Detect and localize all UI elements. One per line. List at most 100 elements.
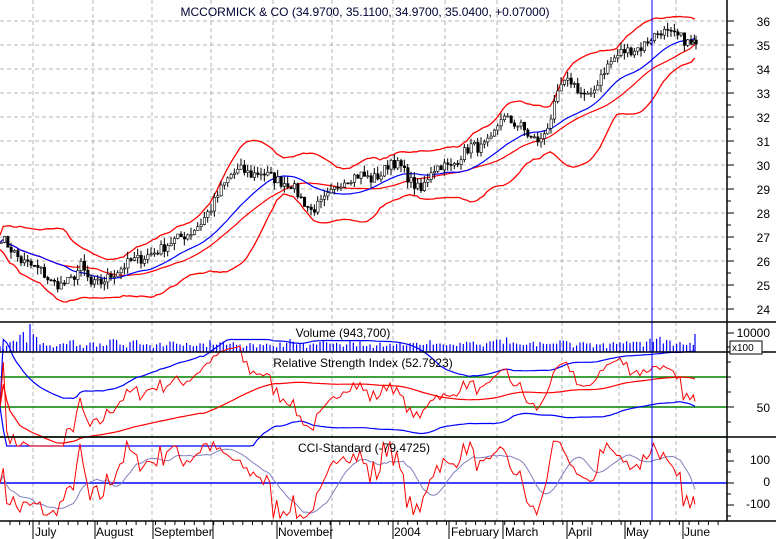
price-axis-label: 26 bbox=[757, 255, 771, 269]
candle bbox=[379, 175, 383, 180]
candle bbox=[326, 192, 330, 197]
candle bbox=[243, 164, 247, 173]
candle bbox=[316, 200, 320, 213]
candle bbox=[226, 177, 230, 184]
candle bbox=[533, 136, 537, 139]
candle bbox=[113, 276, 117, 279]
candle bbox=[279, 176, 283, 187]
candle bbox=[603, 73, 607, 75]
candle bbox=[676, 31, 680, 36]
candle bbox=[19, 256, 23, 264]
candle bbox=[106, 273, 110, 283]
candle bbox=[353, 174, 357, 183]
candle bbox=[509, 115, 513, 124]
candle bbox=[139, 255, 143, 264]
candle bbox=[313, 209, 317, 213]
candle bbox=[563, 79, 567, 85]
candle bbox=[129, 258, 133, 261]
candle bbox=[539, 138, 543, 143]
candle bbox=[529, 135, 533, 138]
bollinger-upper-band bbox=[0, 15, 696, 261]
price-axis-label: 31 bbox=[757, 135, 771, 149]
candle bbox=[233, 172, 237, 175]
candle bbox=[13, 250, 17, 253]
candle bbox=[363, 171, 367, 177]
rsi-upper-band bbox=[0, 338, 695, 408]
candle bbox=[663, 28, 667, 36]
candle bbox=[3, 236, 7, 243]
candle bbox=[499, 119, 503, 127]
candle bbox=[119, 268, 123, 274]
volume-title: Volume (943,700) bbox=[296, 326, 391, 340]
x-label: November bbox=[278, 525, 333, 539]
candle bbox=[416, 182, 420, 189]
candle bbox=[336, 186, 340, 189]
candle bbox=[73, 276, 77, 280]
candle bbox=[423, 181, 427, 191]
candle bbox=[166, 245, 170, 252]
candle bbox=[589, 92, 593, 95]
x-label: May bbox=[626, 525, 649, 539]
candle bbox=[109, 273, 113, 278]
candle bbox=[323, 195, 327, 200]
candle bbox=[76, 270, 80, 280]
candle bbox=[346, 182, 350, 185]
candle bbox=[493, 129, 497, 137]
candle bbox=[583, 92, 587, 95]
price-axis-label: 36 bbox=[757, 15, 771, 29]
candle bbox=[49, 279, 53, 282]
candle bbox=[669, 30, 673, 32]
candle bbox=[159, 244, 163, 255]
candle bbox=[289, 186, 293, 190]
candle bbox=[386, 165, 390, 170]
candle bbox=[569, 77, 573, 85]
candle bbox=[459, 159, 463, 165]
candle bbox=[299, 196, 303, 199]
candle bbox=[609, 61, 613, 65]
candle bbox=[359, 171, 363, 179]
candle bbox=[419, 182, 423, 191]
candle bbox=[694, 39, 698, 45]
candle bbox=[173, 238, 177, 244]
candle bbox=[306, 206, 310, 208]
candle bbox=[319, 198, 323, 202]
candle bbox=[576, 83, 580, 94]
candle bbox=[433, 171, 437, 174]
candle bbox=[463, 147, 467, 160]
candle bbox=[383, 165, 387, 177]
price-axis-label: 29 bbox=[757, 183, 771, 197]
candle bbox=[163, 244, 167, 252]
candle bbox=[436, 165, 440, 172]
candle bbox=[189, 234, 193, 236]
price-axis-label: 35 bbox=[757, 39, 771, 53]
candle bbox=[86, 269, 90, 278]
candle bbox=[679, 32, 683, 36]
candle bbox=[596, 84, 600, 91]
x-axis-labels: July August September November 2004 Febr… bbox=[35, 525, 710, 539]
candle bbox=[506, 115, 510, 118]
price-axis-label: 27 bbox=[757, 231, 771, 245]
candle bbox=[303, 196, 307, 207]
candle bbox=[639, 47, 643, 51]
candle bbox=[293, 183, 297, 190]
candle bbox=[286, 183, 290, 188]
x-label: March bbox=[505, 525, 538, 539]
candle bbox=[626, 47, 630, 54]
candle bbox=[443, 162, 447, 171]
candle bbox=[593, 89, 597, 94]
candle bbox=[389, 160, 393, 170]
candle bbox=[249, 170, 253, 178]
rsi-average-line bbox=[0, 376, 696, 444]
candle bbox=[566, 77, 570, 81]
candle bbox=[99, 278, 103, 285]
candle bbox=[259, 173, 263, 176]
candle bbox=[399, 160, 403, 167]
candle bbox=[96, 278, 100, 281]
candle bbox=[256, 172, 260, 175]
candle bbox=[219, 184, 223, 197]
candle bbox=[536, 136, 540, 143]
chart-canvas[interactable]: 24 25 26 27 28 29 30 31 32 33 34 35 36 MCCORMICK & C… bbox=[0, 0, 776, 539]
x-label: July bbox=[35, 525, 56, 539]
rsi-title: Relative Strength Index (52.7923) bbox=[273, 356, 452, 370]
candle bbox=[276, 176, 280, 184]
